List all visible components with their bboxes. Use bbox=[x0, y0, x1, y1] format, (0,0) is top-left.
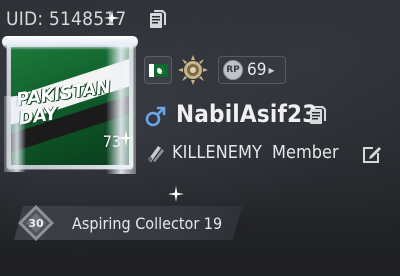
clan-emblem-icon bbox=[144, 142, 166, 164]
pakistan-flag-icon[interactable] bbox=[144, 56, 172, 84]
sparkle-icon bbox=[104, 10, 120, 26]
sparkle-icon bbox=[168, 186, 184, 202]
snow-frame-left bbox=[4, 96, 26, 172]
copy-name-icon[interactable] bbox=[308, 104, 328, 126]
copy-uid-icon[interactable] bbox=[148, 8, 168, 30]
clan-role: Member bbox=[272, 142, 339, 163]
collector-emblem-text: 30 bbox=[28, 217, 44, 230]
clan-name[interactable]: KILLENEMY bbox=[172, 142, 262, 163]
rp-icon: RP bbox=[223, 60, 243, 80]
sparkle-icon bbox=[118, 130, 134, 146]
rp-level: 69 bbox=[247, 60, 267, 80]
uid-label: UID: 5148517 bbox=[6, 8, 127, 30]
tier-emblem-icon[interactable] bbox=[176, 54, 210, 86]
rp-level-badge[interactable]: RP 69 ▸ bbox=[218, 56, 286, 84]
collector-label: Aspiring Collector 19 bbox=[72, 214, 223, 233]
collector-emblem-icon: 30 bbox=[14, 203, 58, 243]
snow-frame-right bbox=[106, 44, 136, 174]
edit-icon[interactable] bbox=[360, 142, 384, 166]
player-name: NabilAsif23 bbox=[176, 100, 318, 128]
chevron-right-icon: ▸ bbox=[268, 63, 275, 77]
male-symbol-icon bbox=[144, 104, 168, 128]
